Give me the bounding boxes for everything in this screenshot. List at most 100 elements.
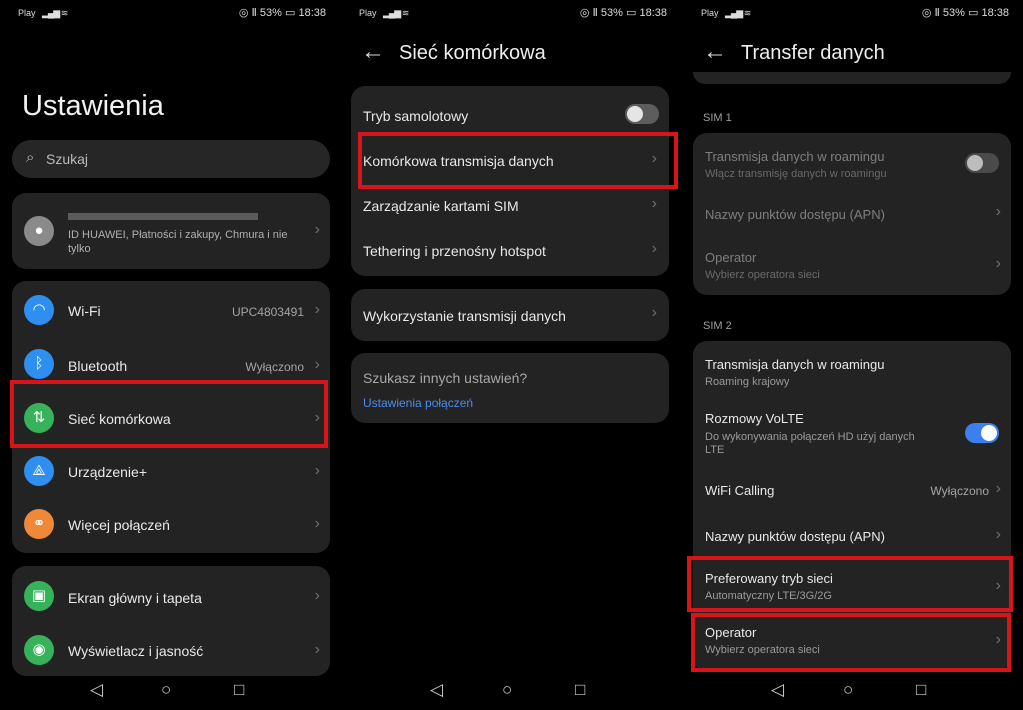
wifi-calling-row[interactable]: WiFi Calling Wyłączono › — [693, 467, 1011, 513]
chevron-right-icon: › — [995, 203, 1001, 220]
tethering-row[interactable]: Tethering i przenośny hotspot › — [351, 230, 669, 276]
item-label: Wyświetlacz i jasność — [68, 643, 204, 659]
page-title: Sieć komórkowa — [399, 42, 546, 64]
airplane-mode-toggle[interactable] — [625, 104, 659, 124]
item-subtitle-2: LTE — [705, 444, 725, 456]
item-label: Zarządzanie kartami SIM — [363, 198, 519, 214]
item-label: Transmisja danych w roamingu — [705, 149, 885, 164]
nav-recent-button[interactable]: □ — [916, 680, 926, 700]
sim1-apn-row[interactable]: Nazwy punktów dostępu (APN) › — [693, 191, 1011, 237]
data-usage-card[interactable]: Wykorzystanie transmisji danych › — [351, 289, 669, 341]
item-label: Bluetooth — [68, 358, 128, 374]
chevron-right-icon: › — [995, 526, 1001, 543]
search-input[interactable]: ⌕ Szukaj — [12, 140, 330, 178]
other-settings-card: Szukasz innych ustawień? Ustawienia połą… — [351, 353, 669, 423]
sim2-apn-row[interactable]: Nazwy punktów dostępu (APN) › — [693, 513, 1011, 559]
page-title: Transfer danych — [741, 42, 885, 64]
item-subtitle: Włącz transmisję danych w roamingu — [705, 168, 887, 180]
sim-management-row[interactable]: Zarządzanie kartami SIM › — [351, 184, 669, 230]
nav-recent-button[interactable]: □ — [575, 680, 585, 700]
carrier-label: Play — [18, 8, 36, 18]
chevron-right-icon: › — [314, 587, 320, 604]
sim1-operator-row[interactable]: Operator Wybierz operatora sieci › — [693, 237, 1011, 293]
item-label: Tryb samolotowy — [363, 108, 469, 124]
menu-item-device-plus[interactable]: ⟁ Urządzenie+ › — [12, 444, 330, 498]
other-settings-question: Szukasz innych ustawień? — [363, 370, 528, 386]
nav-home-button[interactable]: ○ — [502, 680, 512, 700]
section-header-sim2: SIM 2 — [703, 320, 732, 332]
status-right: ◎ Ⅱ 53% ▭ 18:38 — [579, 7, 667, 19]
search-placeholder: Szukaj — [46, 151, 89, 167]
item-label: Rozmowy VoLTE — [705, 411, 804, 426]
chevron-right-icon: › — [314, 515, 320, 532]
header: ← Sieć komórkowa — [341, 36, 681, 72]
carrier-label: Play — [701, 8, 719, 18]
status-right: ◎ Ⅱ 53% ▭ 18:38 — [921, 7, 1009, 19]
item-value: UPC4803491 — [231, 305, 304, 319]
chevron-right-icon: › — [314, 641, 320, 658]
chevron-right-icon: › — [995, 255, 1001, 272]
section-header-sim1: SIM 1 — [703, 112, 732, 124]
device-plus-icon: ⟁ — [24, 456, 54, 486]
bluetooth-icon: ᛒ — [24, 349, 54, 379]
sim1-roaming-row[interactable]: Transmisja danych w roamingu Włącz trans… — [693, 133, 1011, 189]
navigation-bar: ◁ ○ □ — [341, 676, 681, 704]
status-bar: Play ▂▄▆ ≋ ◎ Ⅱ 53% ▭ 18:38 — [683, 0, 1023, 26]
settings-panel: Play ▂▄▆ ≋ ◎ Ⅱ 53% ▭ 18:38 Ustawienia ⌕ … — [0, 0, 340, 710]
chevron-right-icon: › — [314, 221, 320, 238]
status-right: ◎ Ⅱ 53% ▭ 18:38 — [238, 7, 326, 19]
chevron-right-icon: › — [651, 240, 657, 257]
volte-toggle[interactable] — [965, 423, 999, 443]
status-bar: Play ▂▄▆ ≋ ◎ Ⅱ 53% ▭ 18:38 — [341, 0, 681, 26]
item-label: Tethering i przenośny hotspot — [363, 243, 546, 259]
chevron-right-icon: › — [651, 195, 657, 212]
item-label: Nazwy punktów dostępu (APN) — [705, 529, 885, 544]
nav-back-button[interactable]: ◁ — [771, 680, 784, 700]
nav-home-button[interactable]: ○ — [843, 680, 853, 700]
volte-row[interactable]: Rozmowy VoLTE Do wykonywania połączeń HD… — [693, 401, 1011, 465]
sim1-card: Transmisja danych w roamingu Włącz trans… — [693, 133, 1011, 295]
call-settings-link[interactable]: Ustawienia połączeń — [363, 396, 473, 410]
item-label: Wi-Fi — [68, 303, 101, 319]
item-value: Wyłączono — [245, 360, 304, 374]
navigation-bar: ◁ ○ □ — [0, 676, 340, 704]
account-subtitle: ID HUAWEI, Płatności i zakupy, Chmura i … — [68, 229, 288, 255]
item-subtitle: Roaming krajowy — [705, 376, 790, 388]
carrier-label: Play — [359, 8, 377, 18]
chevron-right-icon: › — [314, 462, 320, 479]
menu-item-display[interactable]: ◉ Wyświetlacz i jasność › — [12, 620, 330, 674]
back-arrow-icon[interactable]: ← — [703, 38, 727, 66]
nav-back-button[interactable]: ◁ — [430, 680, 443, 700]
menu-item-home-screen[interactable]: ▣ Ekran główny i tapeta › — [12, 566, 330, 620]
search-icon: ⌕ — [26, 149, 35, 166]
nav-home-button[interactable]: ○ — [161, 680, 171, 700]
page-title: Ustawienia — [22, 90, 164, 122]
sim2-roaming-row[interactable]: Transmisja danych w roamingu Roaming kra… — [693, 341, 1011, 399]
sim1-roaming-toggle[interactable] — [965, 153, 999, 173]
signal-icon: ▂▄▆ ≋ — [725, 8, 751, 18]
item-label: Więcej połączeń — [68, 517, 170, 533]
highlight-box — [687, 556, 1013, 612]
status-bar: Play ▂▄▆ ≋ ◎ Ⅱ 53% ▭ 18:38 — [0, 0, 340, 26]
header: ← Transfer danych — [683, 36, 1023, 72]
wifi-icon: ◠ — [24, 295, 54, 325]
highlight-box — [10, 380, 328, 448]
blurred-name — [68, 213, 258, 220]
highlight-box — [691, 613, 1011, 672]
wallpaper-icon: ▣ — [24, 581, 54, 611]
menu-item-wifi[interactable]: ◠ Wi-Fi UPC4803491 › — [12, 281, 330, 335]
nav-back-button[interactable]: ◁ — [90, 680, 103, 700]
signal-icon: ▂▄▆ ≋ — [42, 8, 68, 18]
account-card[interactable]: ● ID HUAWEI, Płatności i zakupy, Chmura … — [12, 193, 330, 269]
menu-item-more-connections[interactable]: ⚭ Więcej połączeń › — [12, 497, 330, 551]
chevron-right-icon: › — [314, 301, 320, 318]
back-arrow-icon[interactable]: ← — [361, 38, 385, 66]
item-label: Ekran główny i tapeta — [68, 590, 202, 606]
link-icon: ⚭ — [24, 509, 54, 539]
chevron-right-icon: › — [314, 356, 320, 373]
signal-icon: ▂▄▆ ≋ — [383, 8, 409, 18]
data-usage-label: Wykorzystanie transmisji danych — [363, 308, 566, 324]
nav-recent-button[interactable]: □ — [234, 680, 244, 700]
item-label: Transmisja danych w roamingu — [705, 357, 885, 372]
mobile-network-panel: Play ▂▄▆ ≋ ◎ Ⅱ 53% ▭ 18:38 ← Sieć komórk… — [341, 0, 681, 710]
